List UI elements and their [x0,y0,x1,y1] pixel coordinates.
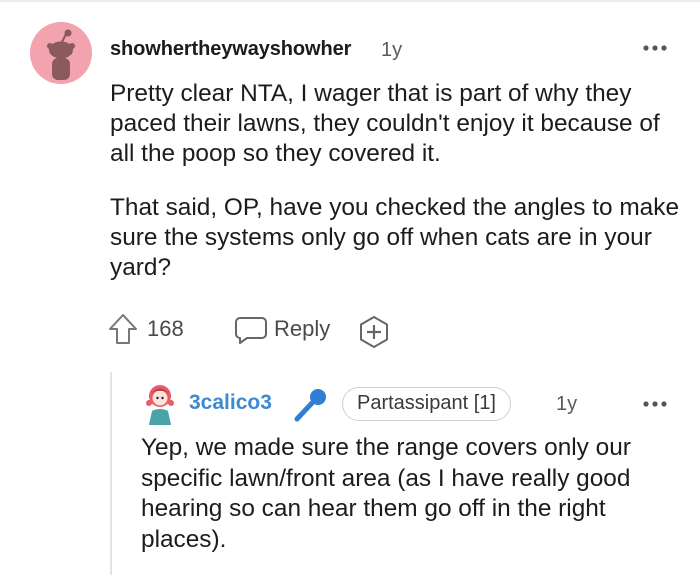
top-divider [0,0,700,2]
comment-age: 1y [381,39,403,61]
comment-username[interactable]: showhertheywayshowher [110,38,351,61]
comment-paragraph: Pretty clear NTA, I wager that is part o… [110,80,660,167]
comment-paragraph: That said, OP, have you checked the angl… [110,194,680,281]
thread-line[interactable] [110,372,112,575]
microphone-icon [292,386,330,424]
user-avatar-icon[interactable] [142,381,178,425]
more-options-icon[interactable] [641,36,671,60]
reply-button[interactable]: Reply [274,316,330,342]
reddit-snoo-avatar-icon [30,22,92,84]
user-flair: Partassipant [1] [342,387,511,421]
reply-bubble-icon[interactable] [234,315,268,345]
reply-age: 1y [556,393,578,415]
reply-username[interactable]: 3calico3 [189,391,272,415]
award-plus-icon[interactable] [357,315,391,349]
more-options-icon[interactable] [641,392,671,416]
reply-text: Yep, we made sure the range covers only … [141,434,631,554]
upvote-arrow-icon[interactable] [108,313,138,345]
user-avatar[interactable] [30,22,92,84]
vote-count: 168 [147,316,184,341]
